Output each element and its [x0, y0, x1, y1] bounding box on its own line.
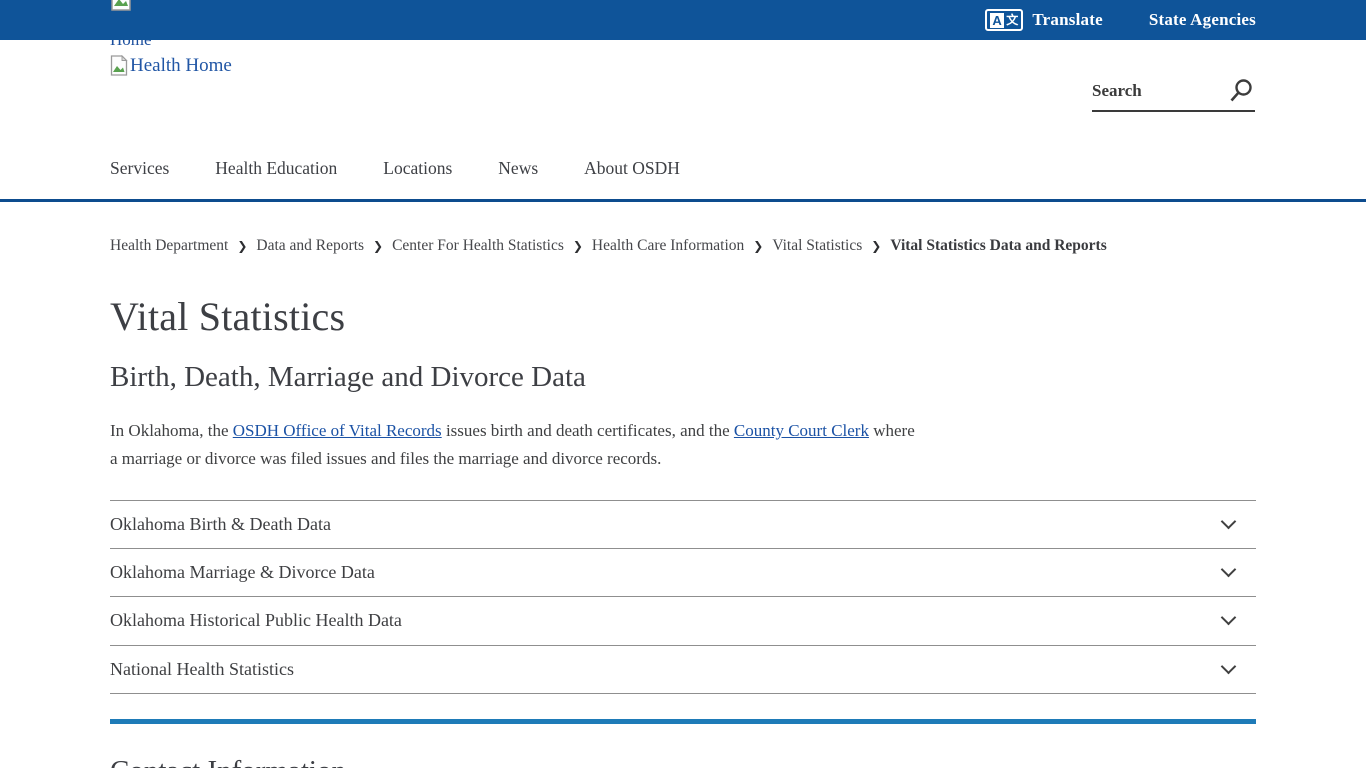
chevron-right-icon: ❯: [871, 239, 881, 253]
chevron-down-icon: [1221, 562, 1237, 578]
search-box: [1092, 72, 1255, 112]
accordion-label: Oklahoma Birth & Death Data: [110, 514, 331, 535]
nav-item-locations[interactable]: Locations: [383, 158, 452, 179]
chevron-right-icon: ❯: [237, 239, 247, 253]
breadcrumb-data-and-reports[interactable]: Data and Reports: [256, 237, 364, 255]
search-button[interactable]: [1228, 78, 1255, 105]
nav-item-services[interactable]: Services: [110, 158, 169, 179]
state-agencies-link[interactable]: State Agencies: [1149, 10, 1256, 30]
accordion-birth-death-data[interactable]: Oklahoma Birth & Death Data: [110, 501, 1256, 549]
page-title: Vital Statistics: [110, 293, 345, 340]
broken-image-icon: [110, 55, 128, 81]
state-agencies-label: State Agencies: [1149, 10, 1256, 30]
chevron-right-icon: ❯: [753, 239, 763, 253]
chevron-right-icon: ❯: [373, 239, 383, 253]
breadcrumb-current-page: Vital Statistics Data and Reports: [890, 237, 1106, 255]
chevron-down-icon: [1221, 514, 1237, 530]
nav-item-news[interactable]: News: [498, 158, 538, 179]
translate-button[interactable]: A 文 Translate: [985, 9, 1103, 31]
contact-information-heading: Contact Information: [110, 755, 346, 768]
page: Home A 文 Translate State Agencies: [0, 0, 1366, 768]
chevron-down-icon: [1221, 658, 1237, 674]
translate-label: Translate: [1032, 10, 1102, 30]
health-home-logo-link[interactable]: Health Home: [110, 55, 232, 81]
breadcrumb-health-care-information[interactable]: Health Care Information: [592, 237, 744, 255]
chevron-down-icon: [1221, 610, 1237, 626]
breadcrumb-center-for-health-statistics[interactable]: Center For Health Statistics: [392, 237, 564, 255]
accordion-label: Oklahoma Marriage & Divorce Data: [110, 562, 375, 583]
accordion-label: National Health Statistics: [110, 659, 294, 680]
main-nav: Services Health Education Locations News…: [110, 158, 680, 179]
page-subtitle: Birth, Death, Marriage and Divorce Data: [110, 361, 586, 394]
intro-paragraph: In Oklahoma, the OSDH Office of Vital Re…: [110, 417, 925, 472]
translate-icon: A 文: [985, 9, 1023, 31]
breadcrumb: Health Department ❯ Data and Reports ❯ C…: [110, 237, 1260, 255]
accordion-label: Oklahoma Historical Public Health Data: [110, 610, 402, 631]
breadcrumb-health-department[interactable]: Health Department: [110, 237, 228, 255]
utility-bar: A 文 Translate State Agencies: [0, 0, 1366, 40]
vital-records-link[interactable]: OSDH Office of Vital Records: [233, 421, 442, 440]
search-icon: [1228, 93, 1255, 108]
health-home-label: Health Home: [130, 55, 232, 76]
nav-item-health-education[interactable]: Health Education: [215, 158, 337, 179]
section-divider: [110, 719, 1256, 724]
accordion-historical-public-health-data[interactable]: Oklahoma Historical Public Health Data: [110, 597, 1256, 645]
accordion-list: Oklahoma Birth & Death Data Oklahoma Mar…: [110, 500, 1256, 694]
accordion-national-health-statistics[interactable]: National Health Statistics: [110, 646, 1256, 694]
broken-image-icon[interactable]: [110, 0, 132, 17]
breadcrumb-vital-statistics[interactable]: Vital Statistics: [772, 237, 862, 255]
nav-item-about-osdh[interactable]: About OSDH: [584, 158, 680, 179]
county-court-clerk-link[interactable]: County Court Clerk: [734, 421, 869, 440]
search-input[interactable]: [1092, 81, 1202, 101]
accordion-marriage-divorce-data[interactable]: Oklahoma Marriage & Divorce Data: [110, 549, 1256, 597]
chevron-right-icon: ❯: [573, 239, 583, 253]
nav-divider: [0, 199, 1366, 202]
